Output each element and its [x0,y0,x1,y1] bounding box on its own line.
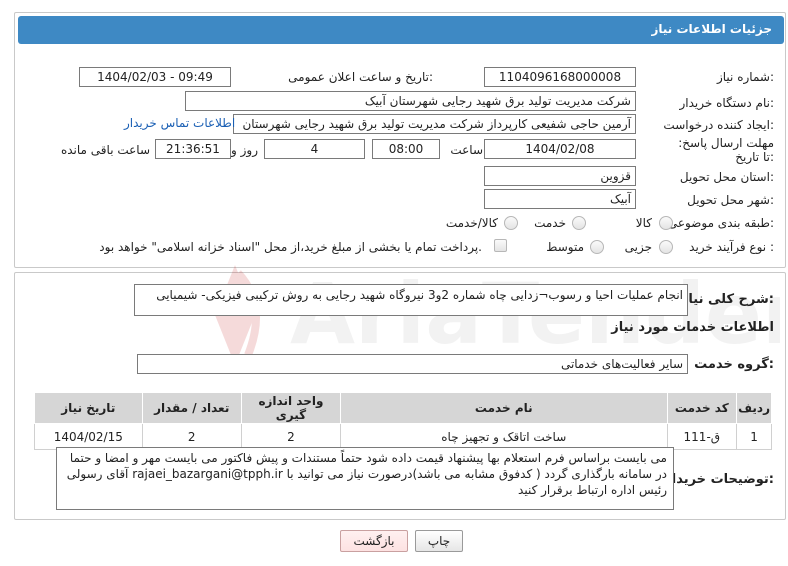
services-info-heading: اطلاعات خدمات مورد نیاز [611,320,774,335]
cell-unit: 2 [240,423,342,450]
col-quantity: تعداد / مقدار [141,392,242,424]
time-label: ساعت [450,143,483,157]
category-service-label: خدمت [534,216,566,230]
buyer-notes-field[interactable]: می بایست براساس فرم استعلام بها پیشنهاد … [56,447,674,510]
payment-note: پرداخت تمام یا بخشی از مبلغ خرید،از محل … [99,240,482,254]
category-goods-service-radio[interactable] [504,216,518,230]
day-and-label: روز و [231,143,258,157]
general-desc-field[interactable]: انجام عملیات احیا و رسوب¬زدایی چاه شماره… [134,284,688,316]
need-number-label: شماره نیاز: [716,70,774,84]
col-need-date: تاریخ نیاز [34,392,143,424]
back-button[interactable]: بازگشت [340,530,408,552]
panel-title: جزئیات اطلاعات نیاز [651,22,772,36]
cell-service-code: ق-111 [666,423,738,450]
province-field[interactable]: قزوین [484,166,636,186]
deadline-time-field[interactable]: 08:00 [372,139,440,159]
province-label: استان محل تحویل: [679,170,774,184]
city-field[interactable]: آبیک [484,189,636,209]
requester-field[interactable]: آرمین حاجی شفیعی کارپرداز شرکت مدیریت تو… [233,114,636,134]
category-goods-radio[interactable] [659,216,673,230]
hours-left-label: ساعت باقی مانده [60,143,150,157]
purchase-medium-radio[interactable] [590,240,604,254]
category-goods-service-label: کالا/خدمت [445,216,498,230]
treasury-payment-checkbox[interactable] [494,239,507,252]
services-table: ردیف کد خدمت نام خدمت واحد اندازه گیری ت… [34,392,772,450]
print-button[interactable]: چاپ [415,530,463,552]
buyer-contact-link[interactable]: اطلاعات تماس خریدار [124,116,235,130]
requester-label: ایجاد کننده درخواست: [663,118,774,132]
buyer-notes-label: توضیحات خریدار: [664,472,774,487]
buyer-org-label: نام دستگاه خریدار: [679,96,775,110]
cell-quantity: 2 [141,423,242,450]
table-row: 1 ق-111 ساخت اتاقک و تجهیز چاه 2 2 1404/… [34,423,772,450]
service-group-field[interactable]: سایر فعالیت‌های خدماتی [137,354,688,374]
category-goods-label: کالا [635,216,652,230]
col-service-code: کد خدمت [666,392,738,424]
cell-service-name: ساخت اتاقک و تجهیز چاه [340,423,668,450]
announce-datetime-label: تاریخ و ساعت اعلان عمومی: [288,70,433,84]
col-unit: واحد اندازه گیری [240,392,342,424]
purchase-minor-label: جزیی [624,240,652,254]
days-field[interactable]: 4 [264,139,365,159]
cell-need-date: 1404/02/15 [34,423,143,450]
cell-row: 1 [736,423,772,450]
category-label: طبقه بندی موضوعی: [667,216,774,230]
purchase-minor-radio[interactable] [659,240,673,254]
announce-datetime-field[interactable]: 1404/02/03 - 09:49 [79,67,231,87]
purchase-medium-label: متوسط [546,240,584,254]
buyer-org-field[interactable]: شرکت مدیریت تولید برق شهید رجایی شهرستان… [185,91,636,111]
deadline-date-field[interactable]: 1404/02/08 [484,139,636,159]
deadline-label: مهلت ارسال پاسخ: تا تاریخ: [678,136,774,164]
col-service-name: نام خدمت [340,392,668,424]
col-row: ردیف [736,392,772,424]
category-service-radio[interactable] [572,216,586,230]
service-group-label: گروه خدمت: [694,357,774,372]
panel-header: جزئیات اطلاعات نیاز [18,16,784,44]
table-header-row: ردیف کد خدمت نام خدمت واحد اندازه گیری ت… [34,392,772,424]
purchase-type-label: نوع فرآیند خرید : [689,240,774,254]
need-number-field[interactable]: 1104096168000008 [484,67,636,87]
general-desc-label: شرح کلی نیاز: [680,292,774,307]
remaining-time-field[interactable]: 21:36:51 [155,139,231,159]
city-label: شهر محل تحویل: [687,193,774,207]
